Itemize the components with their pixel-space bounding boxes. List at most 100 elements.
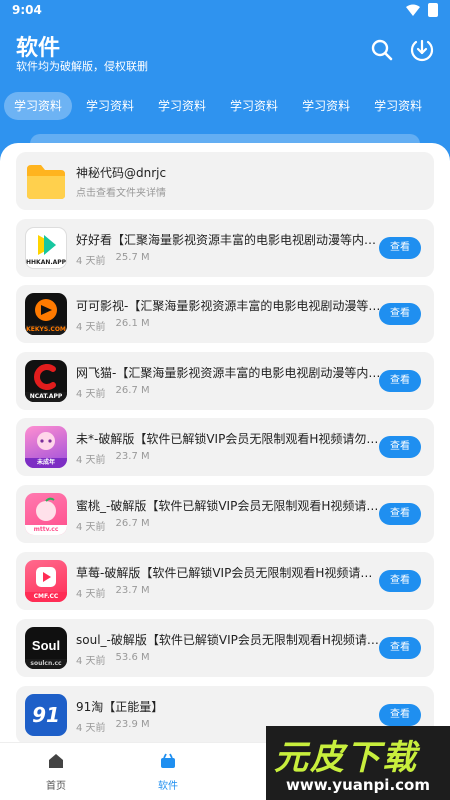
app-card-soul[interactable]: Soul soulcn.cc soul_-破解版【软件已解锁VIP会员无限制观看… xyxy=(16,619,434,677)
app-meta: 4 天前 53.6 M xyxy=(76,652,150,667)
app-icon-caomei: CMF.CC xyxy=(25,560,67,602)
tab-study-1[interactable]: 学习资料 xyxy=(4,92,73,120)
view-button[interactable]: 查看 xyxy=(379,570,421,592)
view-button[interactable]: 查看 xyxy=(379,436,421,458)
view-button[interactable]: 查看 xyxy=(379,370,421,392)
app-size: 26.1 M xyxy=(115,318,150,329)
app-icon-haohaokan: HHKAN.APP xyxy=(25,227,67,269)
app-size: 26.7 M xyxy=(115,385,150,396)
app-size: 26.7 M xyxy=(115,518,150,529)
app-time: 4 天前 xyxy=(76,322,106,333)
content-sheet: 神秘代码@dnrjc 点击查看文件夹详情 HHKAN.APP 好好看【汇聚海量影… xyxy=(0,143,450,800)
view-button[interactable]: 查看 xyxy=(379,237,421,259)
play-icon xyxy=(36,567,56,587)
app-size: 23.7 M xyxy=(115,585,150,596)
app-title: 可可影视-【汇聚海量影视资源丰富的电影电视剧动漫等… xyxy=(76,299,381,313)
app-icon-soul: Soul soulcn.cc xyxy=(25,627,67,669)
app-title: soul_-破解版【软件已解锁VIP会员无限制观看H视频请… xyxy=(76,633,379,647)
download-icon[interactable] xyxy=(408,36,436,64)
folder-icon xyxy=(27,165,65,199)
app-icon-label: mttv.cc xyxy=(25,525,67,535)
app-title: 网飞猫-【汇聚海量影视资源丰富的电影电视剧动漫等内… xyxy=(76,366,381,380)
app-card-haohaokan[interactable]: HHKAN.APP 好好看【汇聚海量影视资源丰富的电影电视剧动漫等内容… 4 天… xyxy=(16,219,434,277)
app-icon-wei: 未成年 xyxy=(25,426,67,468)
wifi-icon xyxy=(406,4,420,16)
app-meta: 4 天前 26.7 M xyxy=(76,385,150,400)
app-card-mitao[interactable]: mttv.cc 蜜桃_-破解版【软件已解锁VIP会员无限制观看H视频请… 4 天… xyxy=(16,485,434,543)
view-button[interactable]: 查看 xyxy=(379,303,421,325)
app-size: 25.7 M xyxy=(115,252,150,263)
folder-subtitle: 点击查看文件夹详情 xyxy=(76,188,166,199)
app-icon-91tao: 91 xyxy=(25,694,67,736)
tab-study-3[interactable]: 学习资料 xyxy=(148,92,216,120)
category-tabs: 学习资料 学习资料 学习资料 学习资料 学习资料 学习资料 xyxy=(0,92,450,120)
app-icon-ncat: NCAT.APP xyxy=(25,360,67,402)
status-time: 9:04 xyxy=(12,3,42,17)
tab-study-5[interactable]: 学习资料 xyxy=(292,92,360,120)
app-card-caomei[interactable]: CMF.CC 草莓-破解版【软件已解锁VIP会员无限制观看H视频请勿… 4 天前… xyxy=(16,552,434,610)
app-meta: 4 天前 23.9 M xyxy=(76,719,150,734)
view-button[interactable]: 查看 xyxy=(379,637,421,659)
app-meta: 4 天前 25.7 M xyxy=(76,252,150,267)
watermark-logo: 元皮下载 xyxy=(274,738,418,778)
battery-icon xyxy=(428,3,438,17)
app-icon-label: 91 xyxy=(32,703,60,727)
watermark-url: www.yuanpi.com xyxy=(286,776,430,794)
app-card-ncat[interactable]: NCAT.APP 网飞猫-【汇聚海量影视资源丰富的电影电视剧动漫等内… 4 天前… xyxy=(16,352,434,410)
folder-card[interactable]: 神秘代码@dnrjc 点击查看文件夹详情 xyxy=(16,152,434,210)
app-title: 好好看【汇聚海量影视资源丰富的电影电视剧动漫等内容… xyxy=(76,233,384,247)
flame-icon xyxy=(35,299,57,321)
nav-software[interactable]: 软件 xyxy=(128,743,208,800)
home-icon xyxy=(49,754,63,768)
nav-home[interactable]: 首页 xyxy=(16,743,96,800)
app-time: 4 天前 xyxy=(76,256,106,267)
app-card-keke[interactable]: KEKYS.COM 可可影视-【汇聚海量影视资源丰富的电影电视剧动漫等… 4 天… xyxy=(16,285,434,343)
app-title: 未*-破解版【软件已解锁VIP会员无限制观看H视频请勿… xyxy=(76,432,379,446)
folder-title: 神秘代码@dnrjc xyxy=(76,166,167,180)
app-meta: 4 天前 23.7 M xyxy=(76,451,150,466)
app-time: 4 天前 xyxy=(76,389,106,400)
peach-icon xyxy=(36,497,56,521)
app-time: 4 天前 xyxy=(76,656,106,667)
anime-girl-icon xyxy=(37,432,55,450)
app-time: 4 天前 xyxy=(76,723,106,734)
app-time: 4 天前 xyxy=(76,589,106,600)
app-icon-label: NCAT.APP xyxy=(25,392,67,402)
app-icon-label: CMF.CC xyxy=(25,592,67,602)
app-size: 53.6 M xyxy=(115,652,150,663)
software-box-icon xyxy=(161,753,175,768)
view-button[interactable]: 查看 xyxy=(379,704,421,726)
app-card-wei[interactable]: 未成年 未*-破解版【软件已解锁VIP会员无限制观看H视频请勿… 4 天前 23… xyxy=(16,418,434,476)
app-meta: 4 天前 26.7 M xyxy=(76,518,150,533)
app-title: 91淘【正能量】 xyxy=(76,700,164,714)
app-icon-label: HHKAN.APP xyxy=(26,258,66,268)
tab-study-4[interactable]: 学习资料 xyxy=(220,92,288,120)
watermark: 元皮下载 www.yuanpi.com xyxy=(266,726,450,800)
status-bar: 9:04 xyxy=(0,0,450,22)
app-time: 4 天前 xyxy=(76,455,106,466)
app-icon-label: soulcn.cc xyxy=(25,659,67,669)
tab-study-2[interactable]: 学习资料 xyxy=(76,92,144,120)
soul-logo-icon: Soul xyxy=(32,638,60,653)
app-size: 23.7 M xyxy=(115,451,150,462)
app-icon-keke: KEKYS.COM xyxy=(25,293,67,335)
status-icons xyxy=(406,3,438,17)
search-icon[interactable] xyxy=(368,36,396,64)
app-icon-mitao: mttv.cc xyxy=(25,493,67,535)
play-icon xyxy=(38,235,56,255)
tab-study-6[interactable]: 学习资料 xyxy=(364,92,432,120)
app-icon-label: KEKYS.COM xyxy=(25,325,67,335)
view-button[interactable]: 查看 xyxy=(379,503,421,525)
page-subtitle: 软件均为破解版，侵权联删 xyxy=(16,60,148,73)
c-logo-icon xyxy=(34,364,56,390)
nav-home-label: 首页 xyxy=(46,781,66,792)
app-meta: 4 天前 23.7 M xyxy=(76,585,150,600)
app-time: 4 天前 xyxy=(76,522,106,533)
app-meta: 4 天前 26.1 M xyxy=(76,318,150,333)
app-icon-label: 未成年 xyxy=(25,458,67,468)
nav-software-label: 软件 xyxy=(158,781,178,792)
app-title: 草莓-破解版【软件已解锁VIP会员无限制观看H视频请勿… xyxy=(76,566,384,580)
app-title: 蜜桃_-破解版【软件已解锁VIP会员无限制观看H视频请… xyxy=(76,499,379,513)
svg-text:Soul: Soul xyxy=(32,638,60,653)
app-size: 23.9 M xyxy=(115,719,150,730)
